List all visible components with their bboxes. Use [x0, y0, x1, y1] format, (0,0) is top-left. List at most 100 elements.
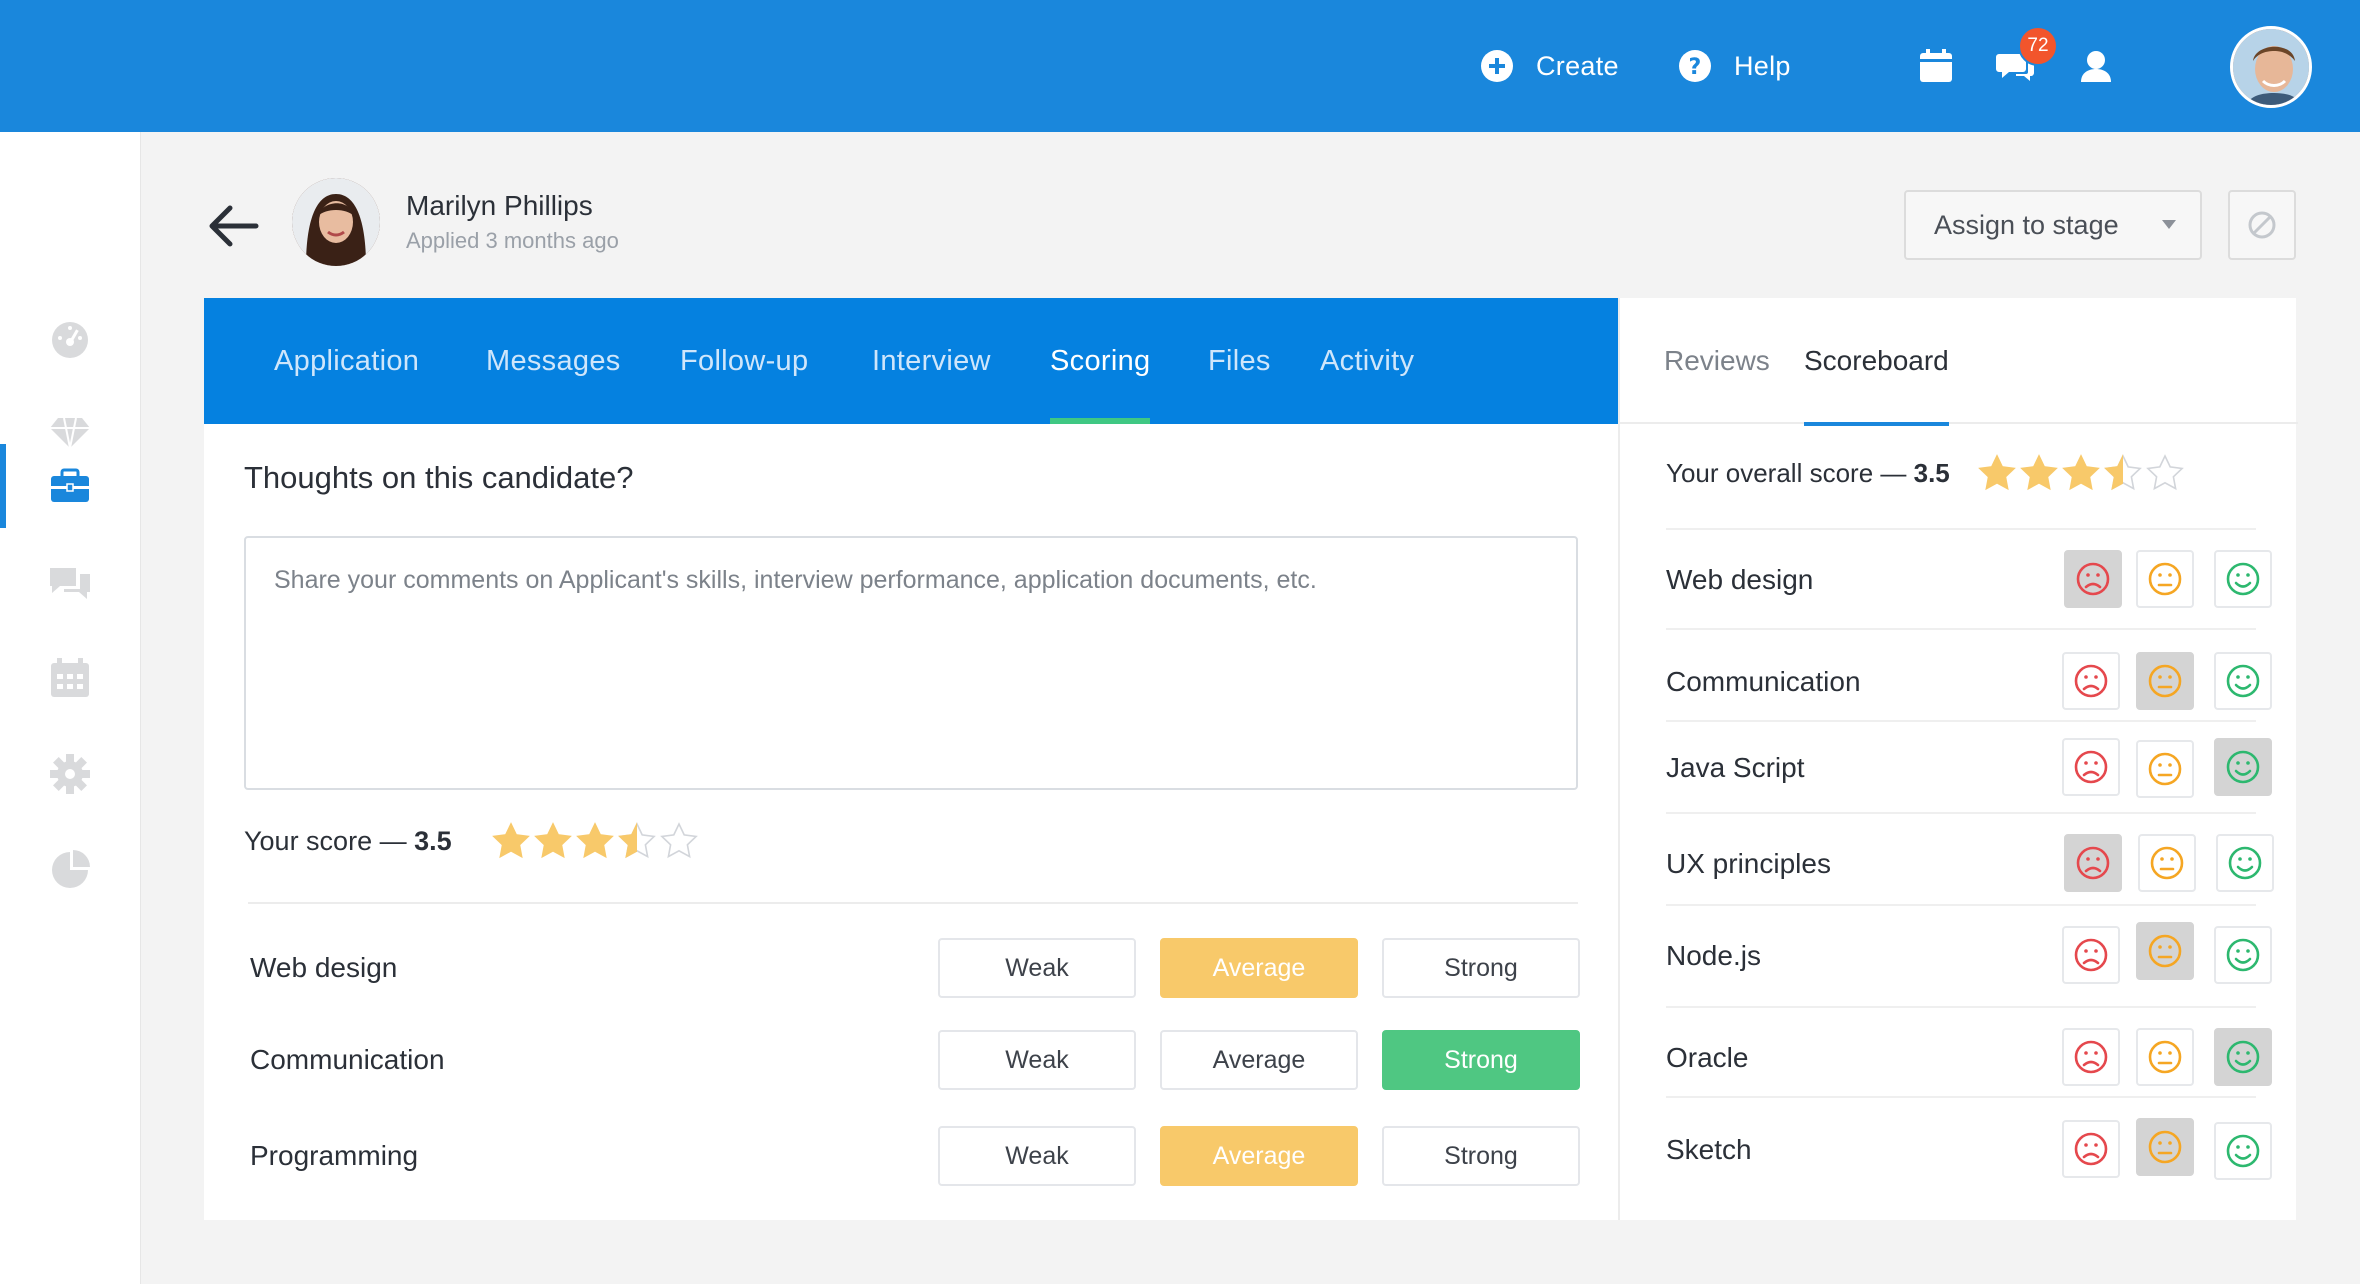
neutral-face-button[interactable] [2136, 922, 2194, 980]
neutral-face-icon [2148, 1040, 2182, 1074]
candidate-avatar [292, 178, 380, 266]
comment-input[interactable] [244, 536, 1578, 790]
scoreboard-row-name: Oracle [1666, 1042, 1749, 1073]
user-icon[interactable] [2076, 46, 2116, 86]
tab-scoreboard[interactable]: Scoreboard [1804, 298, 1949, 426]
weak-button[interactable]: Weak [938, 1126, 1136, 1186]
block-button[interactable] [2228, 190, 2296, 260]
neutral-face-button[interactable] [2136, 1028, 2194, 1086]
happy-face-button[interactable] [2214, 926, 2272, 984]
happy-face-button[interactable] [2214, 1028, 2272, 1086]
strong-button[interactable]: Strong [1382, 1126, 1580, 1186]
happy-face-button[interactable] [2214, 1122, 2272, 1180]
sad-face-button[interactable] [2062, 1120, 2120, 1178]
your-score-stars[interactable] [491, 822, 698, 860]
assign-to-stage-dropdown[interactable]: Assign to stage [1904, 190, 2202, 260]
overall-score-stars [1977, 454, 2184, 492]
neutral-face-button[interactable] [2138, 834, 2196, 892]
neutral-face-icon [2148, 752, 2182, 786]
tab-scoring[interactable]: Scoring [1050, 298, 1151, 424]
sidebar-item-messages[interactable] [0, 542, 140, 626]
neutral-face-button[interactable] [2136, 1118, 2194, 1176]
weak-button[interactable]: Weak [938, 938, 1136, 998]
plus-circle-icon [1481, 50, 1513, 82]
criteria-name: Programming [250, 1140, 419, 1171]
tab-interview[interactable]: Interview [872, 298, 991, 424]
happy-face-icon [2228, 846, 2262, 880]
neutral-face-button[interactable] [2136, 550, 2194, 608]
divider [248, 902, 1578, 904]
star-full-icon [533, 822, 572, 859]
happy-face-icon [2226, 664, 2260, 698]
block-icon [2248, 211, 2276, 239]
candidate-tabs: Application Messages Follow-up Interview… [204, 298, 1618, 424]
star-full-icon [491, 822, 530, 859]
sidebar-item-settings[interactable] [0, 732, 140, 816]
criteria-row-web-design: Web design Weak Average Strong [250, 938, 1580, 1000]
average-button[interactable]: Average [1160, 938, 1358, 998]
star-full-icon [1977, 454, 2016, 491]
weak-button[interactable]: Weak [938, 1030, 1136, 1090]
star-full-icon [2019, 454, 2058, 491]
sad-face-icon [2074, 664, 2108, 698]
your-score-value: 3.5 [414, 825, 452, 856]
happy-face-icon [2226, 938, 2260, 972]
overall-score-value: 3.5 [1913, 457, 1950, 488]
happy-face-button[interactable] [2216, 834, 2274, 892]
help-circle-icon: ? [1679, 50, 1711, 82]
tab-follow-up[interactable]: Follow-up [680, 298, 808, 424]
candidate-applied-date: Applied 3 months ago [406, 228, 619, 253]
scoreboard-panel: Reviews Scoreboard Your overall score — … [1618, 298, 2298, 1220]
sidebar-item-jobs[interactable] [0, 444, 140, 528]
sad-face-button[interactable] [2064, 834, 2122, 892]
user-avatar-picture [2233, 29, 2309, 105]
average-button[interactable]: Average [1160, 1126, 1358, 1186]
tab-application[interactable]: Application [274, 298, 419, 424]
star-empty-icon [2145, 454, 2184, 491]
user-avatar[interactable] [2230, 26, 2312, 108]
overall-score: Your overall score — 3.5 [1666, 454, 2184, 492]
tab-activity[interactable]: Activity [1320, 298, 1414, 424]
strong-button[interactable]: Strong [1382, 938, 1580, 998]
tab-files[interactable]: Files [1208, 298, 1271, 424]
sad-face-icon [2074, 938, 2108, 972]
sad-face-button[interactable] [2062, 1028, 2120, 1086]
your-score-prefix: Your score — [244, 825, 415, 856]
sidebar-item-calendar[interactable] [0, 636, 140, 720]
sad-face-button[interactable] [2064, 550, 2122, 608]
assign-to-stage-label: Assign to stage [1934, 209, 2119, 240]
sad-face-icon [2074, 1132, 2108, 1166]
chat-icon [50, 568, 90, 599]
sad-face-button[interactable] [2062, 926, 2120, 984]
tab-messages[interactable]: Messages [486, 298, 621, 424]
sad-face-icon [2076, 846, 2110, 880]
top-bar: Create ? Help 72 [0, 0, 2360, 132]
happy-face-icon [2226, 750, 2260, 784]
happy-face-button[interactable] [2214, 550, 2272, 608]
scoreboard-row-name: Communication [1666, 666, 1861, 697]
neutral-face-icon [2150, 846, 2184, 880]
create-button[interactable]: Create [1480, 44, 1619, 88]
happy-face-icon [2226, 1040, 2260, 1074]
sad-face-button[interactable] [2062, 738, 2120, 796]
criteria-row-communication: Communication Weak Average Strong [250, 1030, 1580, 1092]
star-full-icon [2061, 454, 2100, 491]
happy-face-button[interactable] [2214, 652, 2272, 710]
star-half-icon [2103, 454, 2142, 491]
neutral-face-button[interactable] [2136, 652, 2194, 710]
sidebar-item-reports[interactable] [0, 828, 140, 912]
svg-text:?: ? [1688, 55, 1701, 80]
calendar-icon[interactable] [1916, 46, 1956, 86]
happy-face-button[interactable] [2214, 738, 2272, 796]
help-label: Help [1734, 50, 1791, 81]
scoreboard-row: UX principles [1666, 812, 2274, 904]
neutral-face-button[interactable] [2136, 740, 2194, 798]
sad-face-button[interactable] [2062, 652, 2120, 710]
average-button[interactable]: Average [1160, 1030, 1358, 1090]
back-arrow-icon[interactable] [202, 196, 262, 256]
happy-face-icon [2226, 562, 2260, 596]
help-button[interactable]: ? Help [1678, 44, 1791, 88]
strong-button[interactable]: Strong [1382, 1030, 1580, 1090]
tab-reviews[interactable]: Reviews [1664, 298, 1770, 424]
sidebar-item-dashboard[interactable] [0, 296, 140, 380]
